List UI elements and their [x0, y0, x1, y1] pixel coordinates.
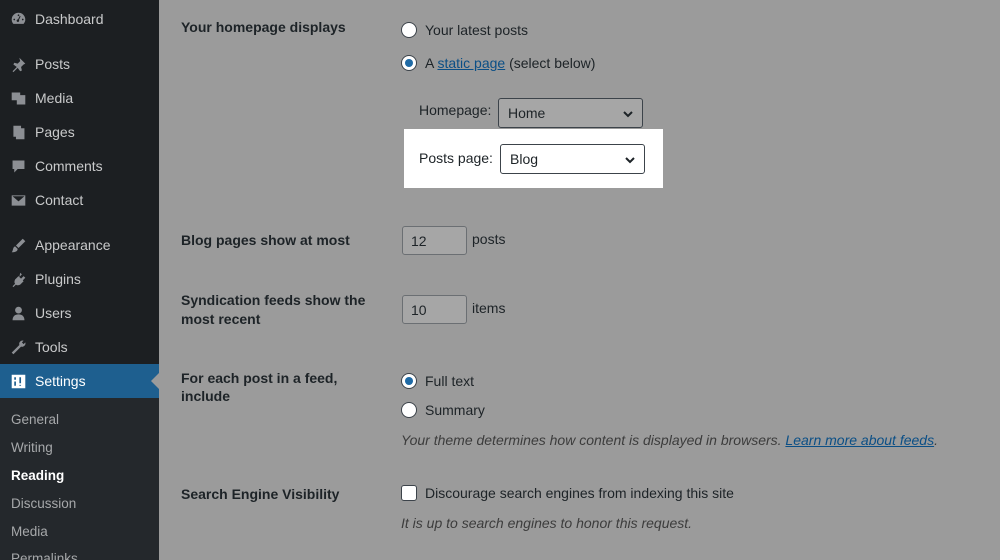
blog-pages-input[interactable]: 12 [402, 226, 467, 255]
radio-label: Your latest posts [425, 22, 528, 38]
radio-button[interactable] [401, 22, 417, 38]
discourage-search-checkbox-row[interactable]: Discourage search engines from indexing … [401, 485, 734, 501]
radio-summary[interactable]: Summary [401, 402, 485, 418]
posts-page-highlight: Posts page: Blog [404, 129, 663, 188]
submenu-item-media[interactable]: Media [11, 524, 48, 539]
wrench-icon [9, 338, 27, 356]
media-icon [9, 89, 27, 107]
search-visibility-label: Search Engine Visibility [181, 486, 340, 502]
blog-pages-label: Blog pages show at most [181, 232, 350, 248]
feed-description-text: Your theme determines how content is dis… [401, 432, 782, 448]
static-prefix: A [425, 55, 434, 71]
submenu-item-discussion[interactable]: Discussion [11, 496, 76, 511]
posts-page-select-label: Posts page: [419, 150, 493, 166]
menu-label: Users [35, 305, 72, 321]
users-icon [9, 304, 27, 322]
chevron-down-icon [624, 153, 636, 165]
radio-full-text[interactable]: Full text [401, 373, 474, 389]
discourage-search-checkbox[interactable] [401, 485, 417, 501]
dashboard-icon [9, 10, 27, 28]
settings-submenu: General Writing Reading Discussion Media… [0, 398, 159, 560]
submenu-item-permalinks[interactable]: Permalinks [11, 551, 78, 560]
menu-item-posts[interactable]: Posts [0, 47, 159, 81]
feed-description: Your theme determines how content is dis… [401, 432, 938, 448]
homepage-select[interactable]: Home [498, 98, 643, 128]
menu-item-media[interactable]: Media [0, 81, 159, 115]
homepage-select-label: Homepage: [419, 102, 492, 118]
comments-icon [9, 157, 27, 175]
chevron-down-icon [622, 107, 634, 119]
posts-page-select-value: Blog [510, 151, 539, 167]
submenu-item-general[interactable]: General [11, 412, 59, 427]
menu-label: Appearance [35, 237, 111, 253]
radio-label: Full text [425, 373, 475, 389]
feed-content-label-line1: For each post in a feed, [181, 370, 338, 386]
static-suffix: (select below) [509, 55, 596, 71]
menu-label: Comments [35, 158, 103, 174]
brush-icon [9, 236, 27, 254]
submenu-item-writing[interactable]: Writing [11, 440, 53, 455]
syndication-label-line1: Syndication feeds show the [181, 292, 366, 308]
feed-description-period: . [934, 432, 938, 448]
menu-item-users[interactable]: Users [0, 296, 159, 330]
radio-static-page[interactable]: A static page (select below) [401, 55, 595, 71]
menu-item-contact[interactable]: Contact [0, 183, 159, 217]
radio-button[interactable] [401, 373, 417, 389]
learn-more-feeds-link[interactable]: Learn more about feeds [785, 432, 934, 448]
menu-item-pages[interactable]: Pages [0, 115, 159, 149]
menu-item-appearance[interactable]: Appearance [0, 228, 159, 262]
menu-item-dashboard[interactable]: Dashboard [0, 2, 159, 36]
menu-label: Media [35, 90, 74, 106]
menu-label: Pages [35, 124, 75, 140]
search-visibility-description: It is up to search engines to honor this… [401, 515, 693, 531]
menu-label: Settings [35, 373, 86, 389]
submenu-item-reading[interactable]: Reading [11, 468, 64, 483]
posts-page-select[interactable]: Blog [500, 144, 645, 174]
blog-pages-unit: posts [472, 231, 506, 247]
radio-button[interactable] [401, 55, 417, 71]
radio-label: A static page (select below) [425, 55, 595, 71]
menu-label: Contact [35, 192, 84, 208]
menu-label: Dashboard [35, 11, 104, 27]
menu-label: Tools [35, 339, 68, 355]
feed-content-label-line2: include [181, 388, 231, 404]
menu-item-plugins[interactable]: Plugins [0, 262, 159, 296]
static-page-link[interactable]: static page [437, 55, 505, 71]
admin-sidebar: Dashboard Posts Media Pages Comments Con… [0, 0, 159, 560]
homepage-displays-label: Your homepage displays [181, 19, 346, 35]
checkbox-label: Discourage search engines from indexing … [425, 485, 734, 501]
menu-label: Posts [35, 56, 71, 72]
menu-item-settings[interactable]: Settings [0, 364, 159, 398]
syndication-unit: items [472, 300, 506, 316]
pin-icon [9, 55, 27, 73]
homepage-select-value: Home [508, 105, 546, 121]
syndication-label-line2: most recent [181, 311, 261, 327]
menu-item-comments[interactable]: Comments [0, 149, 159, 183]
menu-item-tools[interactable]: Tools [0, 330, 159, 364]
radio-label: Summary [425, 402, 485, 418]
settings-icon [9, 372, 27, 390]
pages-icon [9, 123, 27, 141]
syndication-input[interactable]: 10 [402, 295, 467, 324]
mail-icon [9, 191, 27, 209]
menu-label: Plugins [35, 271, 81, 287]
plugin-icon [9, 270, 27, 288]
radio-latest-posts[interactable]: Your latest posts [401, 22, 528, 38]
radio-button[interactable] [401, 402, 417, 418]
